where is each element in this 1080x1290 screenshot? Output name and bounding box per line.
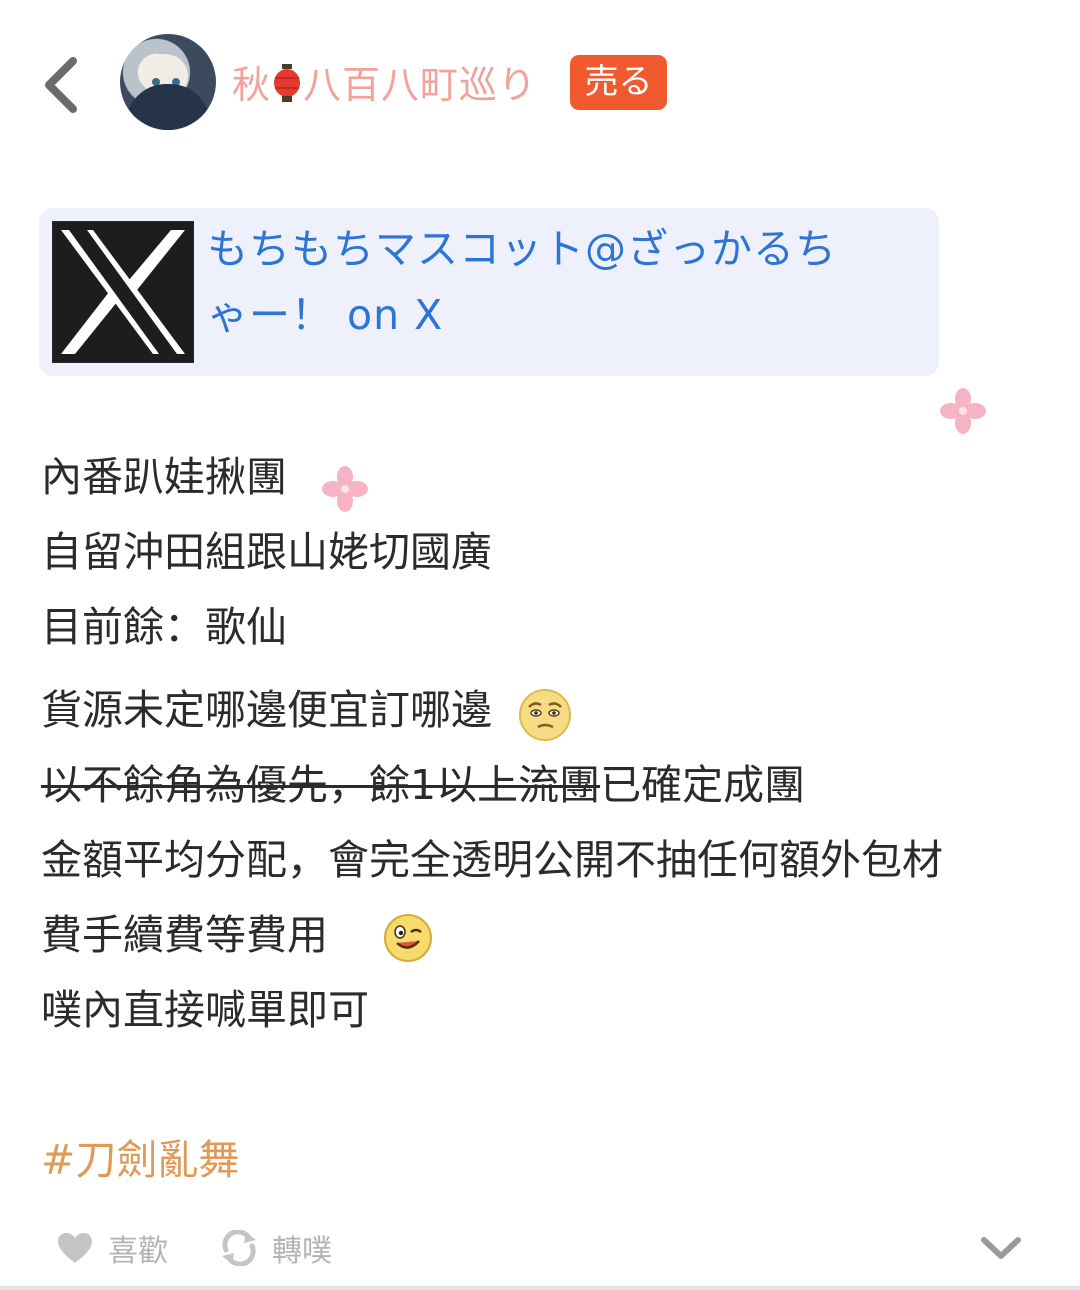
post-line: 內番趴娃揪團 bbox=[41, 453, 287, 501]
more-button[interactable] bbox=[976, 1228, 1026, 1268]
post-actions: 喜歡 轉噗 bbox=[0, 1218, 1080, 1278]
back-button[interactable] bbox=[36, 54, 86, 116]
sakura-petal-icon bbox=[940, 388, 986, 434]
red-lantern-icon bbox=[274, 64, 301, 102]
like-label: 喜歡 bbox=[108, 1234, 168, 1269]
link-title: もちもちマスコット@ざっかるちゃー！ on X bbox=[207, 225, 837, 339]
post-line: 自留沖田組跟山姥切國廣 bbox=[41, 528, 492, 576]
skeptical-face-emoji bbox=[519, 689, 572, 741]
chevron-down-icon bbox=[981, 1237, 1021, 1259]
like-button[interactable]: 喜歡 bbox=[56, 1218, 168, 1278]
link-preview-card[interactable]: もちもちマスコット@ざっかるちゃー！ on X bbox=[39, 208, 939, 376]
struck-text: 以不餘角為優先，餘1以上流團 bbox=[41, 761, 601, 809]
post-line: 以不餘角為優先，餘1以上流團已確定成團 bbox=[41, 748, 1051, 823]
post-line: 金額平均分配，會完全透明公開不抽任何額外包材 bbox=[41, 836, 943, 884]
username[interactable]: 秋 八百八町巡り bbox=[232, 56, 537, 114]
post-line-text: 費手續費等費用 bbox=[41, 911, 328, 959]
post-line-text: 已確定成團 bbox=[600, 761, 806, 809]
avatar[interactable] bbox=[120, 34, 216, 130]
post-line: 費手續費等費用 bbox=[41, 898, 1051, 973]
username-prefix: 秋 bbox=[232, 63, 272, 107]
replurk-label: 轉噗 bbox=[272, 1234, 332, 1269]
winking-face-emoji bbox=[384, 914, 433, 962]
post-content: 內番趴娃揪團 自留沖田組跟山姥切國廣 目前餘：歌仙 貨源未定哪邊便宜訂哪邊 以不… bbox=[41, 440, 1051, 1048]
post-header: 秋 八百八町巡り 売る bbox=[0, 30, 1080, 140]
post-line: 噗內直接喊單即可 bbox=[41, 986, 369, 1034]
sell-badge: 売る bbox=[570, 55, 667, 110]
post-line: 貨源未定哪邊便宜訂哪邊 bbox=[41, 673, 1051, 748]
repost-icon bbox=[222, 1230, 256, 1266]
x-logo-icon bbox=[53, 222, 193, 362]
post-line: 目前餘：歌仙 bbox=[41, 603, 287, 651]
hashtag-link[interactable]: #刀劍亂舞 bbox=[41, 1130, 239, 1190]
heart-icon bbox=[58, 1233, 92, 1263]
chevron-left-icon bbox=[45, 57, 77, 113]
replurk-button[interactable]: 轉噗 bbox=[220, 1218, 332, 1278]
divider bbox=[0, 1286, 1080, 1290]
post-line-text: 貨源未定哪邊便宜訂哪邊 bbox=[41, 686, 492, 734]
link-thumbnail bbox=[52, 221, 194, 363]
username-suffix: 八百八町巡り bbox=[303, 63, 538, 107]
